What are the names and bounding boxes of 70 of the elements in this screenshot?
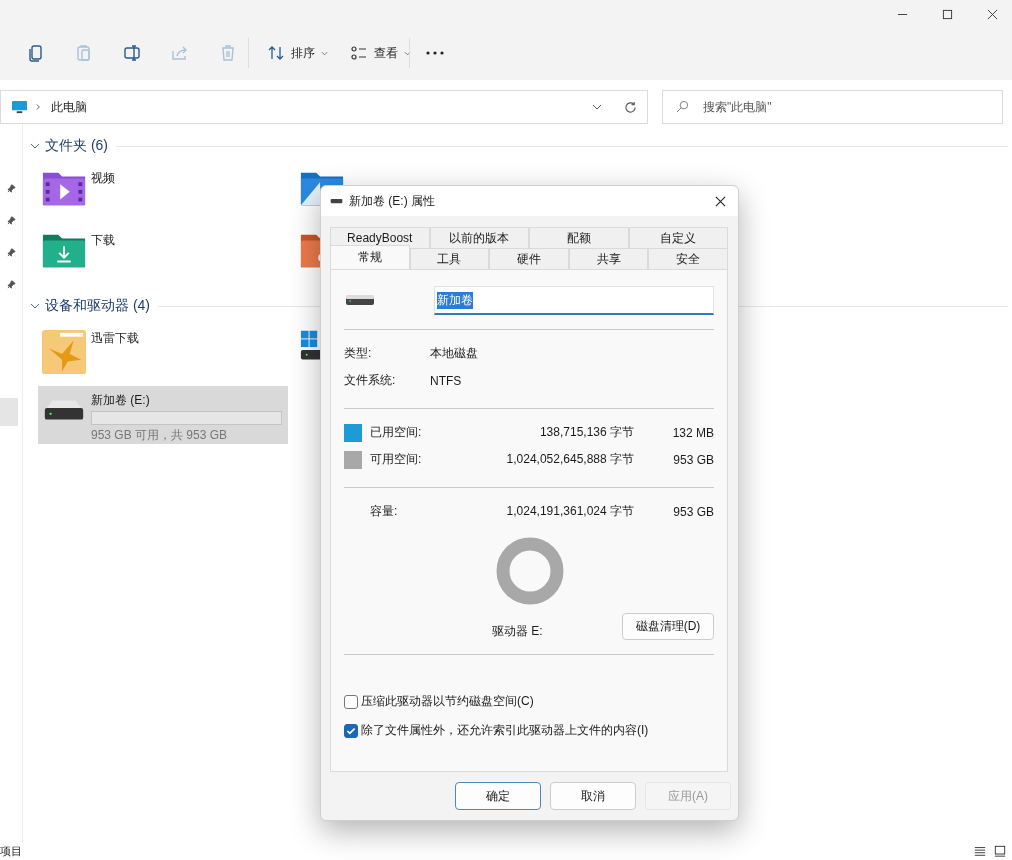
sort-button[interactable]: 排序 [261,38,334,68]
checkbox-label: 压缩此驱动器以节约磁盘空间(C) [361,693,534,710]
capacity-label: 容量: [370,503,399,520]
caret-icon [321,50,328,56]
space-size: 132 MB [671,425,714,440]
drive-icon [330,198,343,204]
drive-tile[interactable]: 新加卷 (E:) 953 GB 可用，共 953 GB [38,386,288,444]
space-label: 可用空间: [370,451,423,468]
refresh-icon[interactable] [624,100,637,114]
info-value: 本地磁盘 [430,345,478,362]
drive-label: 驱动器 E: [492,623,543,640]
section-title[interactable]: 设备和驱动器 (4) [45,297,150,315]
tiles-view-icon[interactable] [994,845,1006,857]
list-icon [350,45,368,61]
dropdown-icon[interactable] [592,104,602,110]
maximize-icon[interactable] [942,8,953,20]
pin-icon[interactable] [6,215,16,225]
caret-icon [404,50,411,56]
dialog-button[interactable]: 确定 [455,782,541,810]
close-icon[interactable] [715,195,726,207]
sort-icon [267,45,285,61]
tab[interactable]: 硬件 [489,248,569,269]
tab[interactable]: 安全 [648,248,728,269]
computer-icon [11,99,28,115]
item-name: 迅雷下载 [91,330,140,347]
tab[interactable]: 常规 [330,245,410,269]
tab[interactable]: 以前的版本 [429,227,529,248]
usage-donut-drawing [496,537,564,605]
search-icon [676,100,689,113]
tab[interactable]: 工具 [409,248,490,269]
section-title[interactable]: 文件夹 (6) [45,137,108,155]
space-size: 953 GB [672,452,714,467]
drive-caption: 953 GB 可用，共 953 GB [91,427,229,444]
name-field[interactable]: 新加卷 [434,286,714,315]
space-bytes: 138,715,136 字节 [538,424,634,441]
chevron-icon[interactable] [30,303,40,309]
chevron-icon[interactable] [30,143,40,149]
info-label: 文件系统: [344,372,397,389]
tab[interactable]: 配额 [529,227,629,248]
rename-icon[interactable] [122,43,142,63]
info-label: 类型: [344,345,373,362]
checkbox[interactable] [344,723,358,738]
drive-icon [346,294,374,307]
disk-cleanup-button[interactable]: 磁盘清理(D) [622,613,714,640]
tab[interactable]: 共享 [568,248,649,269]
item-name: 视频 [91,170,116,187]
view-button[interactable]: 查看 [344,38,417,68]
capacity-size: 953 GB [672,504,714,519]
search-field[interactable]: 搜索"此电脑" [662,90,1003,124]
address-bar[interactable]: 此电脑 [0,90,648,124]
address-path: 此电脑 [51,98,88,116]
tab[interactable]: 自定义 [628,227,728,248]
close-icon[interactable] [987,8,998,20]
checkbox-label: 除了文件属性外，还允许索引此驱动器上文件的内容(I) [361,722,649,739]
capacity-bytes: 1,024,191,361,024 字节 [505,503,634,520]
details-view-icon[interactable] [974,845,986,857]
space-bytes: 1,024,052,645,888 字节 [505,451,634,468]
info-value: NTFS [430,373,462,388]
item-name: 新加卷 (E:) [91,392,151,409]
item-name: 下载 [91,232,116,249]
dialog-button[interactable]: 取消 [550,782,636,810]
pin-icon[interactable] [6,183,16,193]
more-icon[interactable] [426,51,444,55]
dialog-title: 新加卷 (E:) 属性 [349,192,436,210]
status-text: 项目 [0,843,23,859]
chevron-icon [36,103,41,111]
pin-icon[interactable] [6,247,16,257]
pin-icon[interactable] [6,279,16,289]
space-label: 已用空间: [370,424,423,441]
checkbox[interactable] [344,694,358,709]
